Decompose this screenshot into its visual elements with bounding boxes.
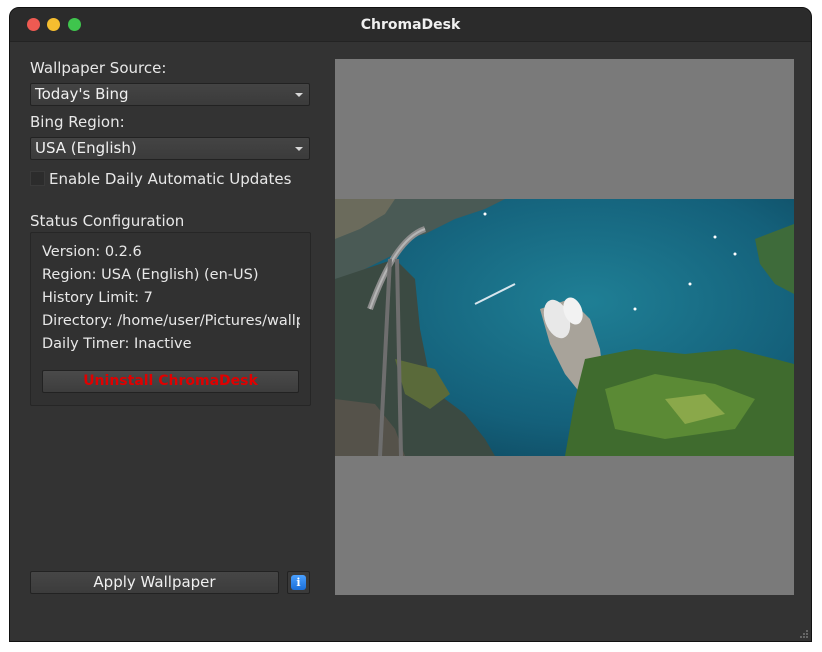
version-text: Version: 0.2.6 bbox=[42, 244, 142, 260]
wallpaper-source-select[interactable]: Today's Bing bbox=[30, 83, 310, 106]
bing-region-value: USA (English) bbox=[35, 139, 137, 157]
auto-update-label[interactable]: Enable Daily Automatic Updates bbox=[49, 170, 291, 188]
title-bar[interactable]: ChromaDesk bbox=[10, 8, 811, 42]
app-window: ChromaDesk Wallpaper Source: Today's Bin… bbox=[9, 7, 812, 642]
chevron-down-icon bbox=[295, 147, 303, 151]
bing-region-label: Bing Region: bbox=[30, 113, 125, 131]
window-title: ChromaDesk bbox=[360, 17, 461, 33]
wallpaper-preview bbox=[335, 59, 794, 595]
wallpaper-source-value: Today's Bing bbox=[35, 85, 129, 103]
status-groupbox: Version: 0.2.6 Region: USA (English) (en… bbox=[30, 232, 311, 406]
resize-grip-icon[interactable] bbox=[799, 629, 809, 639]
apply-wallpaper-button[interactable]: Apply Wallpaper bbox=[30, 571, 279, 594]
uninstall-button[interactable]: Uninstall ChromaDesk bbox=[42, 370, 299, 393]
status-group-title: Status Configuration bbox=[30, 212, 185, 230]
directory-text: Directory: /home/user/Pictures/wallpa bbox=[42, 313, 300, 329]
auto-update-checkbox[interactable] bbox=[30, 171, 45, 186]
info-button[interactable]: i bbox=[287, 571, 310, 594]
region-text: Region: USA (English) (en-US) bbox=[42, 267, 259, 283]
bing-region-select[interactable]: USA (English) bbox=[30, 137, 310, 160]
daily-timer-text: Daily Timer: Inactive bbox=[42, 336, 192, 352]
wallpaper-preview-image bbox=[335, 199, 794, 456]
chevron-down-icon bbox=[295, 93, 303, 97]
info-icon: i bbox=[291, 575, 306, 590]
wallpaper-source-label: Wallpaper Source: bbox=[30, 59, 167, 77]
history-limit-text: History Limit: 7 bbox=[42, 290, 153, 306]
